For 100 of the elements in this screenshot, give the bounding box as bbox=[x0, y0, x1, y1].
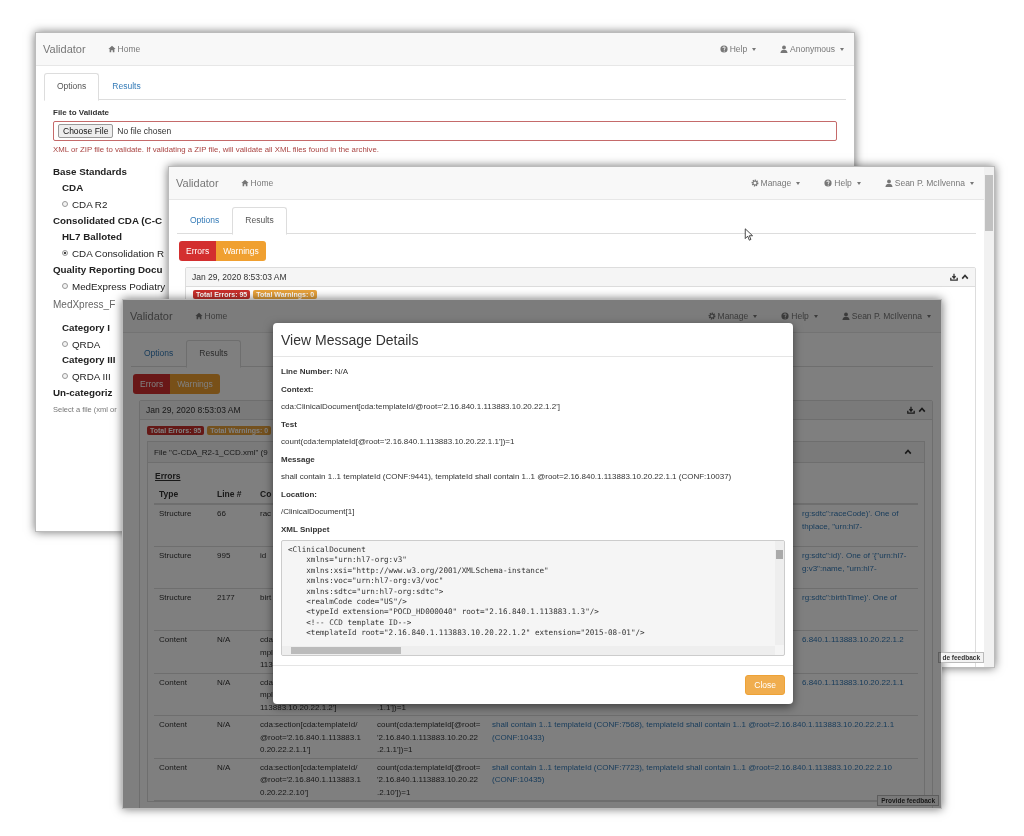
filter-button[interactable]: Errors bbox=[179, 241, 217, 261]
menu-dropdown[interactable]: Manage bbox=[707, 311, 758, 321]
message-link[interactable]: shall contain 1..1 templateId (CONF:7723), templateId shall contain 1..1 @root=2.16.840.1.113883.10.20.22.2.10 (CONF:10435) bbox=[492, 761, 892, 787]
user-icon bbox=[841, 312, 850, 320]
scrollbar[interactable] bbox=[775, 541, 784, 645]
chevron-up-icon[interactable] bbox=[961, 273, 969, 281]
field-label: File to Validate bbox=[53, 108, 110, 117]
radio-label[interactable]: CDA R2 bbox=[72, 198, 108, 210]
detail-value: shall contain 1..1 templateId (CONF:9441), templateId shall contain 1..1 @root=2.16.840.1.113883.10.20.22.1.1 (CONF:10037) bbox=[281, 471, 733, 483]
tab[interactable]: Options bbox=[131, 340, 187, 366]
column-header: Co bbox=[259, 488, 273, 501]
file-name-text: No file chosen bbox=[117, 126, 172, 136]
table-cell-text: N/A bbox=[216, 676, 232, 689]
home-link[interactable]: Home bbox=[107, 44, 141, 54]
home-icon bbox=[107, 45, 116, 53]
tab[interactable]: Results bbox=[232, 207, 287, 235]
scrollbar[interactable] bbox=[282, 646, 775, 655]
detail-value: count(cda:templateId[@root='2.16.840.1.113883.10.20.22.1.1'])=1 bbox=[281, 436, 516, 448]
detail-line: Line Number: N/A bbox=[281, 366, 350, 378]
radio-button[interactable] bbox=[62, 201, 68, 207]
menu-dropdown[interactable]: Manage bbox=[750, 178, 801, 188]
table-cell-text: cda:section[cda:templateId/ @root='2.16.840.1.113883.1 0.20.22.2.1.1'] bbox=[259, 719, 362, 756]
brand-link[interactable]: Validator bbox=[43, 43, 86, 55]
caret-icon bbox=[840, 47, 844, 51]
detail-label: Test bbox=[281, 418, 298, 431]
radio-button[interactable] bbox=[62, 283, 68, 289]
table-cell-text: 2177 bbox=[216, 592, 236, 604]
detail-value: /ClinicalDocument[1] bbox=[281, 506, 356, 518]
radio-label[interactable]: QRDA bbox=[72, 338, 101, 350]
radio-label[interactable]: MedExpress Podiatry bbox=[72, 280, 166, 292]
brand-link[interactable]: Validator bbox=[130, 310, 173, 322]
tab[interactable]: Results bbox=[99, 73, 154, 99]
caret-icon bbox=[970, 181, 974, 185]
choose-file-button[interactable]: Choose File bbox=[58, 124, 114, 138]
menu-dropdown[interactable]: Help bbox=[824, 178, 861, 188]
home-link[interactable]: Home bbox=[194, 311, 228, 321]
table-cell-text: cda:section[cda:templateId/ @root='2.16.840.1.113883.1 0.20.22.2.10'] bbox=[259, 761, 362, 799]
message-link[interactable]: rg:sdtc":raceCode)'. One of thplace, "urn:hl7- bbox=[802, 508, 899, 533]
filter-button[interactable]: Errors bbox=[133, 374, 171, 394]
timestamp-text: Jan 29, 2020 8:53:03 AM bbox=[146, 405, 241, 415]
message-link[interactable]: rg:sdtc":birthTime)'. One of bbox=[802, 592, 897, 605]
help-icon bbox=[781, 312, 790, 320]
file-input[interactable]: Choose File No file chosen bbox=[53, 121, 837, 141]
column-header: Type bbox=[158, 488, 180, 501]
section-heading: Base Standards bbox=[53, 165, 128, 179]
table-cell-text: id bbox=[259, 550, 268, 562]
radio-button[interactable] bbox=[62, 341, 68, 347]
option-text: MedXpress_F bbox=[53, 298, 116, 312]
radio-label[interactable]: QRDA III bbox=[72, 370, 111, 382]
column-header: Line # bbox=[216, 488, 243, 501]
radio-button[interactable] bbox=[62, 250, 68, 256]
table-cell-text: count(cda:templateId[@root= '2.16.840.1.113883.10.20.22 .2.1.1'])=1 bbox=[376, 719, 482, 756]
table-cell-text: N/A bbox=[216, 761, 232, 774]
menu-dropdown[interactable]: Help bbox=[781, 311, 818, 321]
scrollbar[interactable] bbox=[984, 167, 994, 667]
tab[interactable]: Options bbox=[177, 207, 233, 233]
caret-icon bbox=[753, 314, 758, 318]
message-link[interactable]: rg:sdtc":id)'. One of '{"urn:hl7- g:v3":name, "urn:hl7- bbox=[802, 550, 907, 575]
table-cell-text: count(cda:templateId[@root= '2.16.840.1.113883.10.20.22 .2.10'])=1 bbox=[376, 761, 482, 799]
table-cell-text: cda mpl 113883.10.20.22.1.2'] bbox=[259, 676, 338, 714]
menu-dropdown[interactable]: Sean P. McIlvenna bbox=[884, 178, 974, 188]
message-link[interactable]: shall contain 1..1 templateId (CONF:7568), templateId shall contain 1..1 @root=2.16.840.1.113883.10.20.22.2.1.1 (CONF:10433) bbox=[492, 719, 895, 744]
table-cell-text: 66 bbox=[216, 508, 227, 520]
menu-dropdown[interactable]: Anonymous bbox=[780, 44, 844, 54]
dialog-title: View Message Details bbox=[281, 332, 419, 348]
timestamp-text: Jan 29, 2020 8:53:03 AM bbox=[192, 272, 287, 282]
table-cell-text: Structure bbox=[158, 508, 193, 520]
caret-icon bbox=[752, 47, 757, 51]
home-link[interactable]: Home bbox=[240, 178, 274, 188]
detail-value: cda:ClinicalDocument[cda:templateId/@root='2.16.840.1.113883.10.20.22.1.2'] bbox=[281, 401, 561, 413]
caret-icon bbox=[813, 314, 818, 318]
table-cell-text: Content bbox=[158, 634, 189, 646]
caret-icon bbox=[856, 181, 861, 185]
table-cell-text: Content bbox=[158, 761, 189, 774]
radio-label[interactable]: CDA Consolidation R bbox=[72, 247, 165, 259]
section-heading: Un-categoriz bbox=[53, 386, 113, 400]
detail-label: Context: bbox=[281, 383, 315, 396]
table-cell-text: birt bbox=[259, 592, 273, 604]
download-icon[interactable] bbox=[950, 273, 958, 281]
message-link[interactable]: 6.840.1.113883.10.20.22.1.1 bbox=[802, 676, 904, 689]
section-heading: Consolidated CDA (C-C bbox=[53, 214, 163, 228]
group-heading: Category III bbox=[62, 353, 116, 367]
help-icon bbox=[824, 179, 833, 187]
detail-label: Message bbox=[281, 453, 316, 466]
user-icon bbox=[884, 179, 893, 187]
table-cell-text: N/A bbox=[216, 634, 232, 646]
group-heading: HL7 Balloted bbox=[62, 230, 122, 244]
menu-dropdown[interactable]: Help bbox=[719, 44, 757, 54]
group-heading: CDA bbox=[62, 181, 84, 195]
home-icon bbox=[194, 312, 203, 320]
caret-icon bbox=[927, 314, 931, 318]
detail-label: XML Snippet bbox=[281, 523, 331, 536]
radio-button[interactable] bbox=[62, 373, 68, 379]
table-cell-text: Content bbox=[158, 676, 189, 689]
tab[interactable]: Options bbox=[44, 73, 100, 101]
brand-link[interactable]: Validator bbox=[176, 177, 219, 189]
message-link[interactable]: 6.840.1.113883.10.20.22.1.2 bbox=[802, 634, 904, 647]
tab[interactable]: Results bbox=[186, 340, 241, 368]
detail-label: Location: bbox=[281, 488, 318, 501]
group-heading: Category I bbox=[62, 321, 110, 335]
